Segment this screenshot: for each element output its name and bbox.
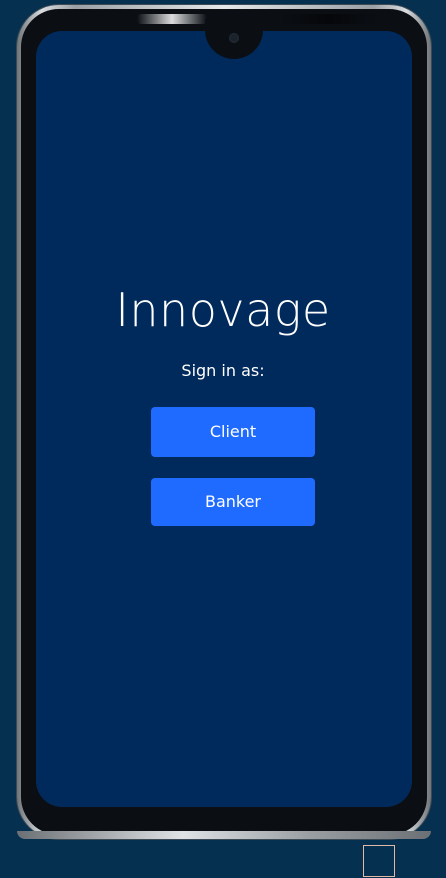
camera-icon — [229, 33, 239, 43]
banker-button[interactable]: Banker — [151, 478, 315, 526]
phone-bottom-edge — [17, 831, 431, 839]
client-button[interactable]: Client — [151, 407, 315, 457]
page: Innovage Sign in as: Client Banker — [0, 0, 446, 878]
frame-highlight — [137, 14, 207, 24]
checkbox[interactable] — [363, 845, 395, 877]
app-title: Innovage — [115, 283, 331, 337]
frame-shadow — [279, 14, 379, 24]
sign-in-prompt: Sign in as: — [181, 361, 265, 380]
